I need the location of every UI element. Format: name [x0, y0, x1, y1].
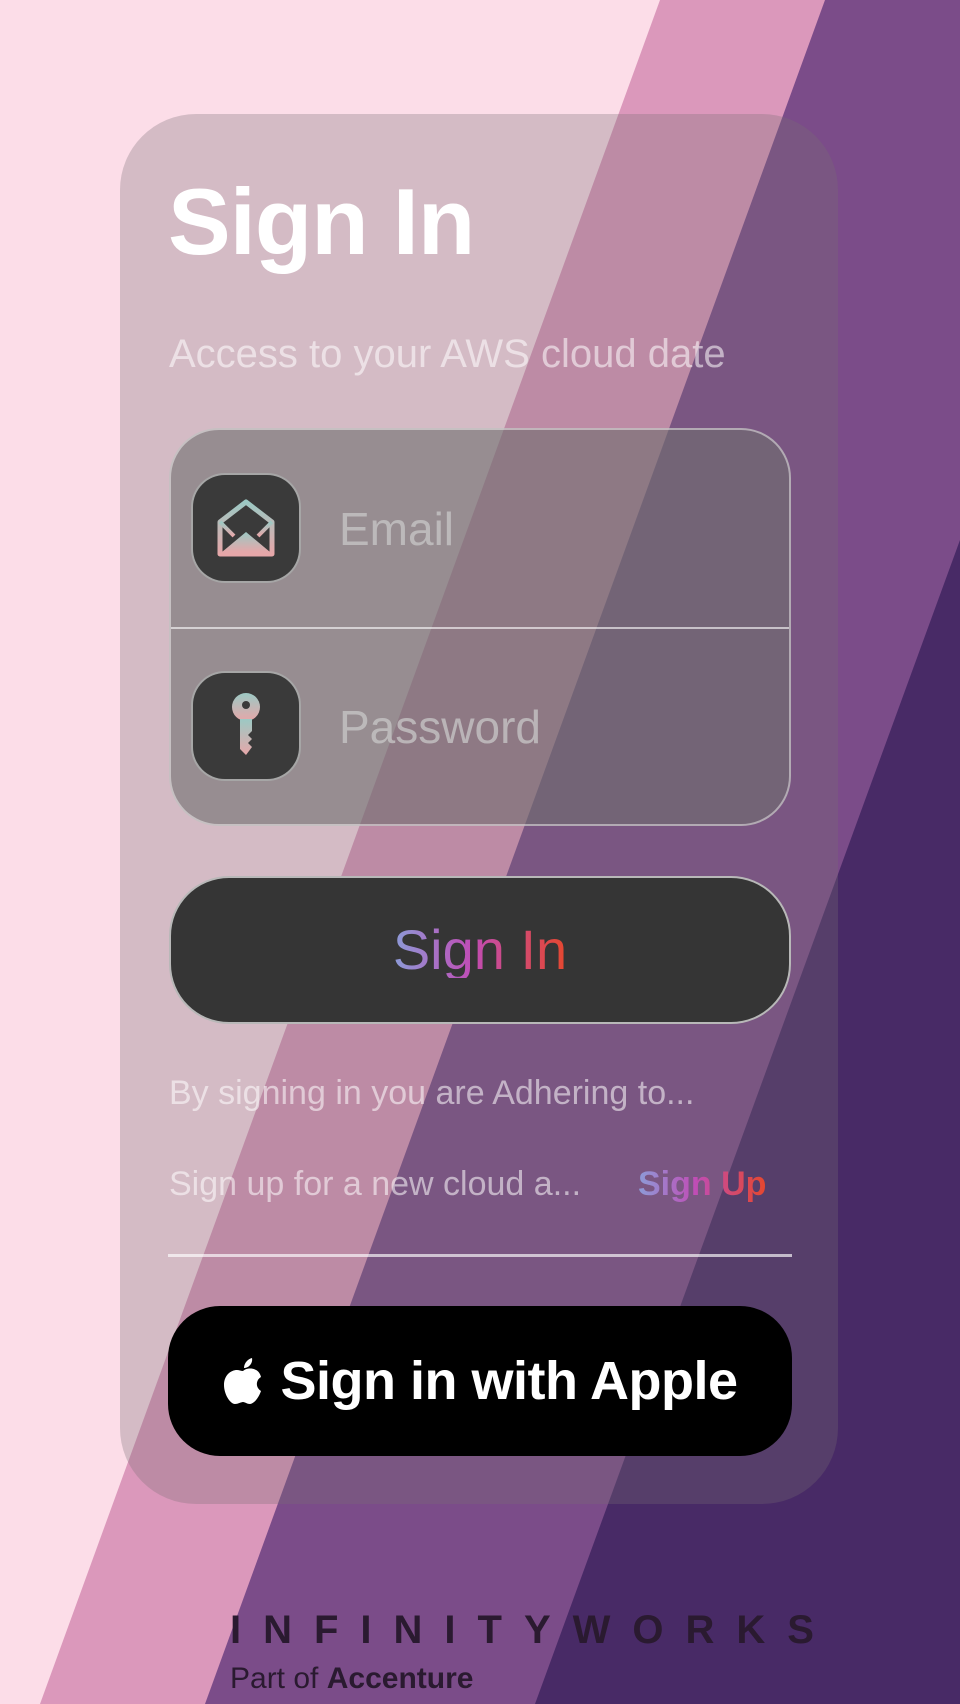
- email-field[interactable]: [339, 496, 759, 562]
- key-icon: [191, 671, 301, 781]
- brand-parent: Part of Accenture: [230, 1664, 750, 1694]
- password-field[interactable]: [339, 694, 759, 760]
- page-subtitle: Access to your AWS cloud date: [169, 332, 726, 376]
- sign-in-with-apple-button[interactable]: Sign in with Apple: [168, 1306, 792, 1456]
- email-row: [171, 430, 789, 628]
- apple-logo-icon: [223, 1357, 263, 1405]
- terms-link[interactable]: By signing in you are Adhering to...: [169, 1074, 694, 1113]
- brand-parent-company: Accenture: [326, 1662, 474, 1695]
- sign-up-link[interactable]: Sign Up: [638, 1165, 766, 1204]
- signup-prompt: Sign up for a new cloud a...: [169, 1165, 582, 1203]
- sign-in-button[interactable]: Sign In: [169, 876, 791, 1024]
- page-title: Sign In: [168, 169, 475, 274]
- envelope-icon: [191, 473, 301, 583]
- brand-logo: INFINITYWORKS Part of Accenture: [230, 1608, 836, 1694]
- credentials-form: [169, 428, 791, 826]
- password-row: [171, 628, 789, 824]
- brand-parent-prefix: Part of: [230, 1662, 319, 1695]
- sign-in-button-label: Sign In: [392, 918, 568, 981]
- brand-name: INFINITYWORKS: [230, 1608, 836, 1652]
- signup-row: Sign up for a new cloud a... Sign Up: [169, 1165, 791, 1209]
- section-divider: [168, 1254, 792, 1257]
- sign-in-with-apple-label: Sign in with Apple: [280, 1351, 738, 1411]
